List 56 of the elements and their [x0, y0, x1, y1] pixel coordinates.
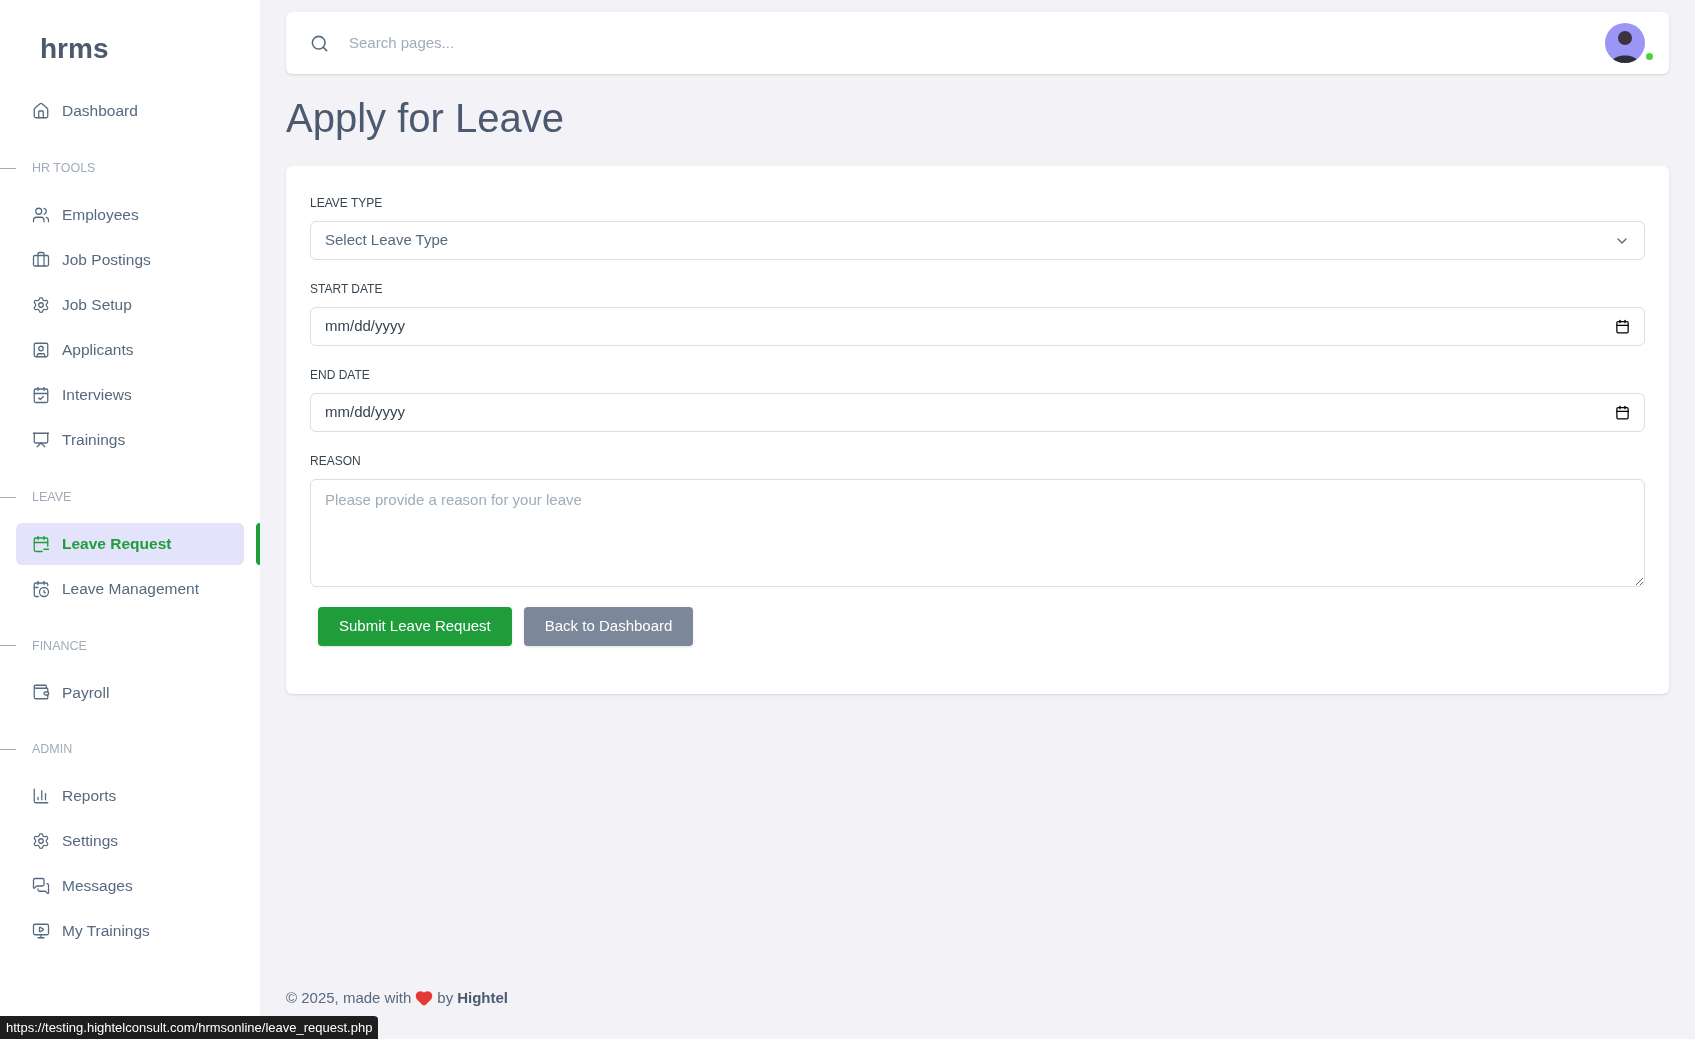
person-card-icon	[32, 340, 50, 359]
sidebar-item[interactable]: Applicants	[16, 328, 244, 371]
sidebar-item[interactable]: Trainings	[16, 418, 244, 461]
footer-link[interactable]: Hightel	[457, 986, 508, 1009]
sidebar-item[interactable]: Job Postings	[16, 238, 244, 281]
home-icon	[32, 102, 50, 120]
logo[interactable]: hrms	[40, 33, 109, 64]
sidebar-item[interactable]: Interviews	[16, 373, 244, 416]
sidebar-item[interactable]: Settings	[16, 820, 244, 862]
date-field[interactable]: mm/dd/yyyy	[310, 393, 1645, 432]
settings-icon	[32, 295, 50, 314]
section-heading: FINANCE	[32, 637, 87, 655]
field-label: END DATE	[310, 367, 371, 384]
date-placeholder: mm/dd/yyyy	[325, 316, 405, 337]
users-icon	[32, 205, 50, 224]
bar-chart-icon	[32, 787, 50, 805]
submit-button[interactable]: Submit Leave Request	[318, 607, 512, 646]
field-label: LEAVE TYPE	[310, 195, 384, 212]
section-heading: HR TOOLS	[32, 160, 96, 177]
footer-text: © 2025, made with	[286, 987, 412, 1008]
select-value: Select Leave Type	[325, 230, 449, 251]
wallet-icon	[32, 683, 50, 702]
avatar[interactable]	[1605, 23, 1645, 63]
heart-icon	[415, 988, 434, 1007]
sidebar-item[interactable]: Reports	[16, 775, 244, 817]
section-heading: ADMIN	[32, 741, 73, 759]
settings-icon	[32, 832, 50, 850]
sidebar-item[interactable]: Dashboard	[16, 90, 244, 132]
search-placeholder: Search pages...	[349, 32, 455, 53]
calendar-icon	[32, 534, 50, 553]
select-field[interactable]: Select Leave Type	[310, 221, 1645, 260]
date-field[interactable]: mm/dd/yyyy	[310, 307, 1645, 346]
page-title: Apply for Leave	[286, 95, 565, 142]
sidebar-item[interactable]: Employees	[16, 193, 244, 236]
calendar-icon	[1615, 405, 1630, 420]
back-button[interactable]: Back to Dashboard	[523, 607, 694, 646]
chat-icon	[32, 877, 50, 895]
field-label: REASON	[310, 453, 362, 470]
calendar-icon	[1615, 319, 1630, 334]
field-label: START DATE	[310, 281, 384, 298]
briefcase-icon	[32, 250, 50, 269]
sidebar-item[interactable]: Leave Management	[16, 567, 244, 610]
presentation-board-icon	[32, 430, 50, 449]
section-heading: LEAVE	[32, 488, 72, 506]
search-icon	[310, 33, 329, 53]
sidebar-item[interactable]: Job Setup	[16, 283, 244, 326]
reason-field[interactable]: Please provide a reason for your leave	[310, 479, 1645, 587]
status-url-tooltip: https://testing.hightelconsult.com/hrmsonline/leave_request.php	[0, 1015, 379, 1039]
active-indicator	[256, 522, 260, 565]
calendar-check-icon	[32, 385, 50, 404]
sidebar-item[interactable]: Messages	[16, 865, 244, 907]
date-placeholder: mm/dd/yyyy	[325, 402, 405, 423]
sidebar-item[interactable]: Payroll	[16, 671, 244, 714]
monitor-play-icon	[32, 922, 50, 940]
sidebar-item[interactable]: My Trainings	[16, 910, 244, 952]
footer-by: by	[437, 987, 454, 1008]
